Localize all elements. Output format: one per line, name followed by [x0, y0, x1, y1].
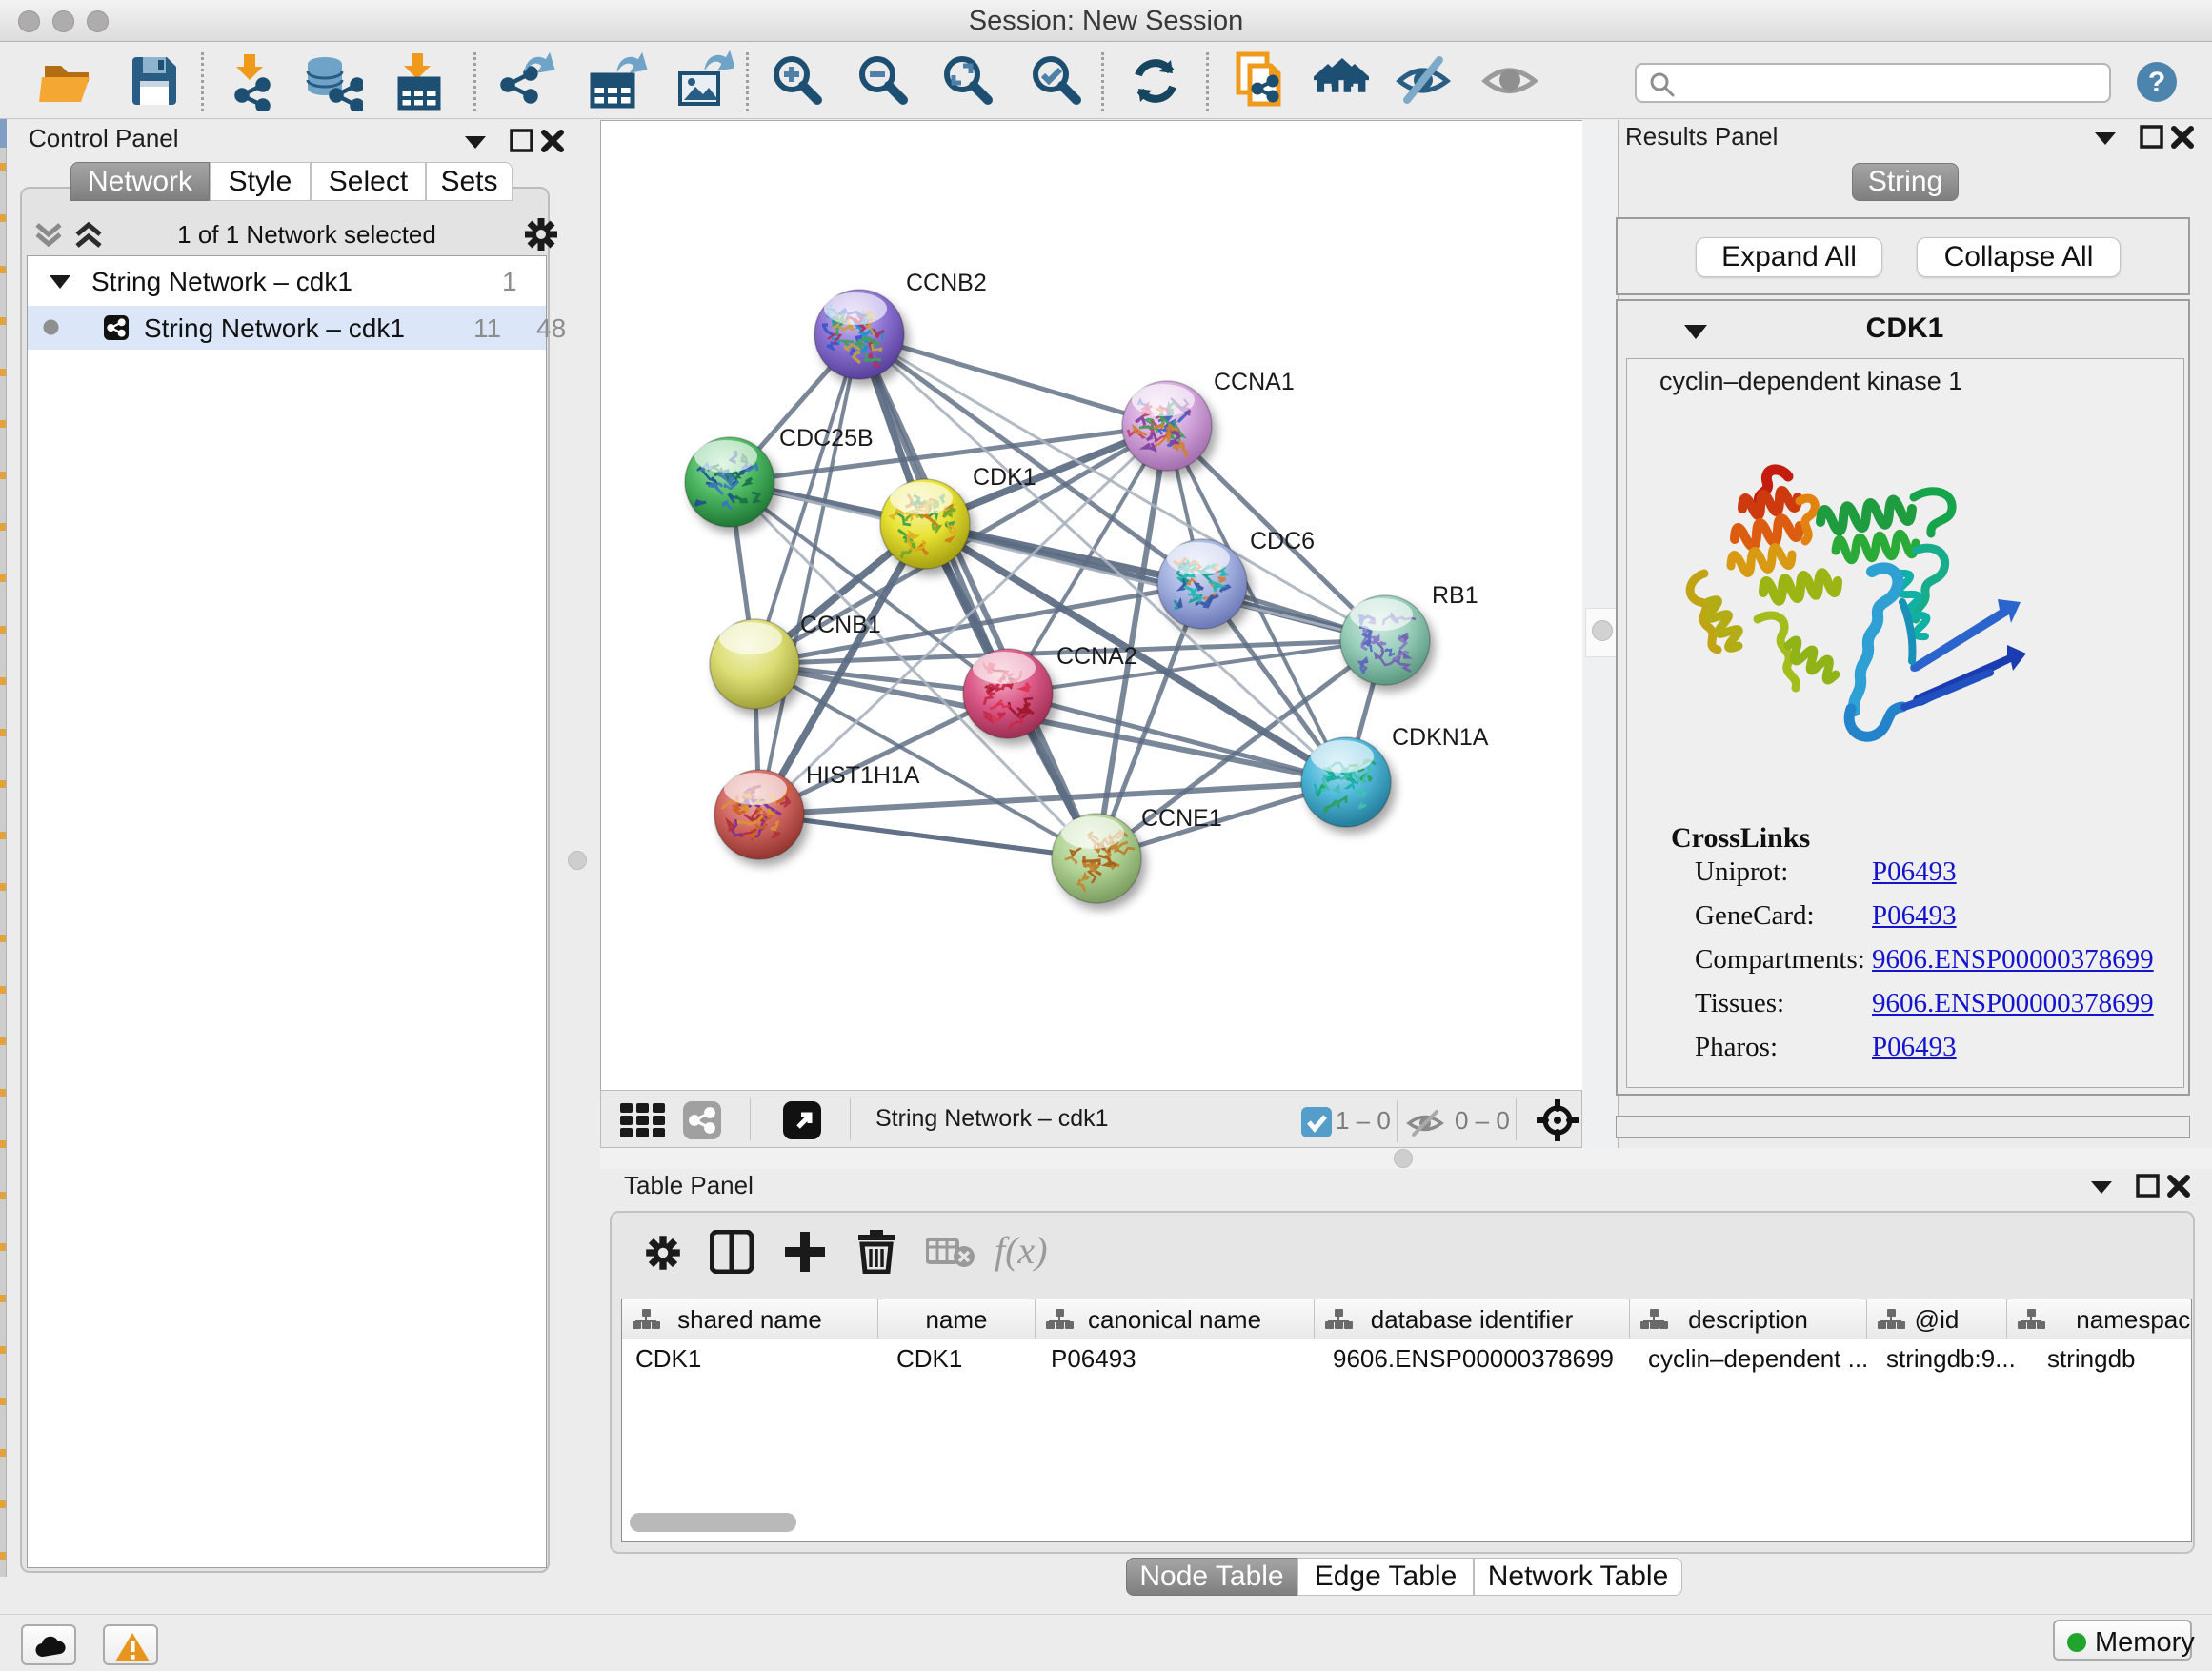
svg-text:HIST1H1A: HIST1H1A [806, 762, 920, 789]
svg-text:CDK1: CDK1 [973, 464, 1036, 491]
svg-text:RB1: RB1 [1432, 582, 1478, 609]
svg-text:CCNB2: CCNB2 [906, 270, 987, 296]
svg-text:CDC6: CDC6 [1250, 528, 1315, 554]
svg-text:CCNE1: CCNE1 [1141, 805, 1222, 832]
svg-text:CDC25B: CDC25B [779, 425, 874, 452]
svg-text:CCNA2: CCNA2 [1056, 643, 1137, 670]
svg-text:?: ? [2148, 67, 2165, 98]
svg-text:CCNB1: CCNB1 [800, 612, 881, 638]
svg-text:CCNA1: CCNA1 [1214, 369, 1295, 395]
svg-text:CDKN1A: CDKN1A [1392, 724, 1489, 751]
